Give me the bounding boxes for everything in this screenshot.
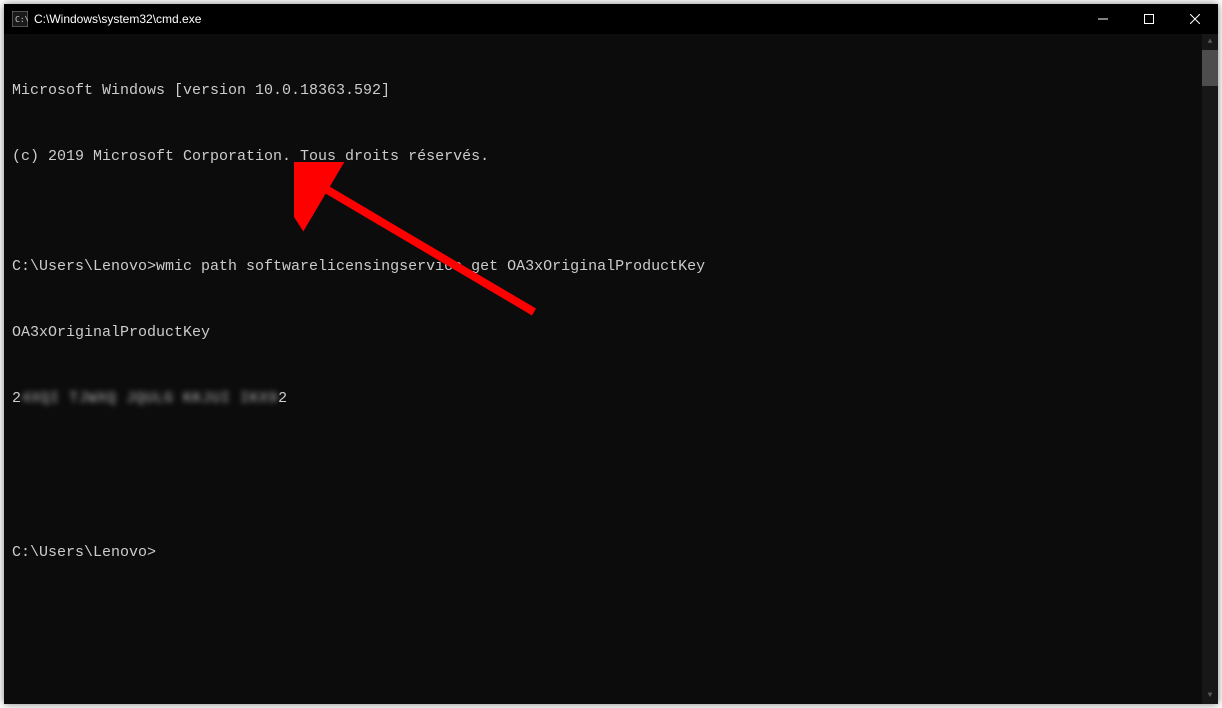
- cmd-icon: C:\: [12, 11, 28, 27]
- key-end: 2: [278, 390, 288, 407]
- output-line: (c) 2019 Microsoft Corporation. Tous dro…: [12, 146, 1214, 168]
- scroll-track[interactable]: [1202, 86, 1218, 688]
- scroll-up-icon[interactable]: ▲: [1202, 34, 1218, 50]
- command-text: wmic path softwarelicensingservice get O…: [156, 258, 705, 275]
- window-title: C:\Windows\system32\cmd.exe: [34, 12, 1080, 26]
- close-button[interactable]: [1172, 4, 1218, 34]
- cmd-window: C:\ C:\Windows\system32\cmd.exe Microsof…: [4, 4, 1218, 704]
- maximize-button[interactable]: [1126, 4, 1172, 34]
- prompt-line: C:\Users\Lenovo>wmic path softwarelicens…: [12, 256, 1214, 278]
- output-header: OA3xOriginalProductKey: [12, 322, 1214, 344]
- scroll-down-icon[interactable]: ▼: [1202, 688, 1218, 704]
- minimize-button[interactable]: [1080, 4, 1126, 34]
- window-controls: [1080, 4, 1218, 34]
- terminal-body[interactable]: Microsoft Windows [version 10.0.18363.59…: [4, 34, 1218, 704]
- svg-text:C:\: C:\: [15, 15, 28, 24]
- key-blurred: 4XQI TJWXQ JQULG KKJUI IKX9: [22, 390, 279, 407]
- prompt-line: C:\Users\Lenovo>: [12, 542, 1214, 564]
- scroll-thumb[interactable]: [1202, 50, 1218, 86]
- product-key-line: 24XQI TJWXQ JQULG KKJUI IKX92: [12, 388, 1214, 410]
- scrollbar[interactable]: ▲ ▼: [1202, 34, 1218, 704]
- output-line: Microsoft Windows [version 10.0.18363.59…: [12, 80, 1214, 102]
- prompt-path: C:\Users\Lenovo>: [12, 258, 156, 275]
- arrow-annotation-icon: [294, 162, 554, 332]
- titlebar[interactable]: C:\ C:\Windows\system32\cmd.exe: [4, 4, 1218, 34]
- key-start: 2: [12, 390, 22, 407]
